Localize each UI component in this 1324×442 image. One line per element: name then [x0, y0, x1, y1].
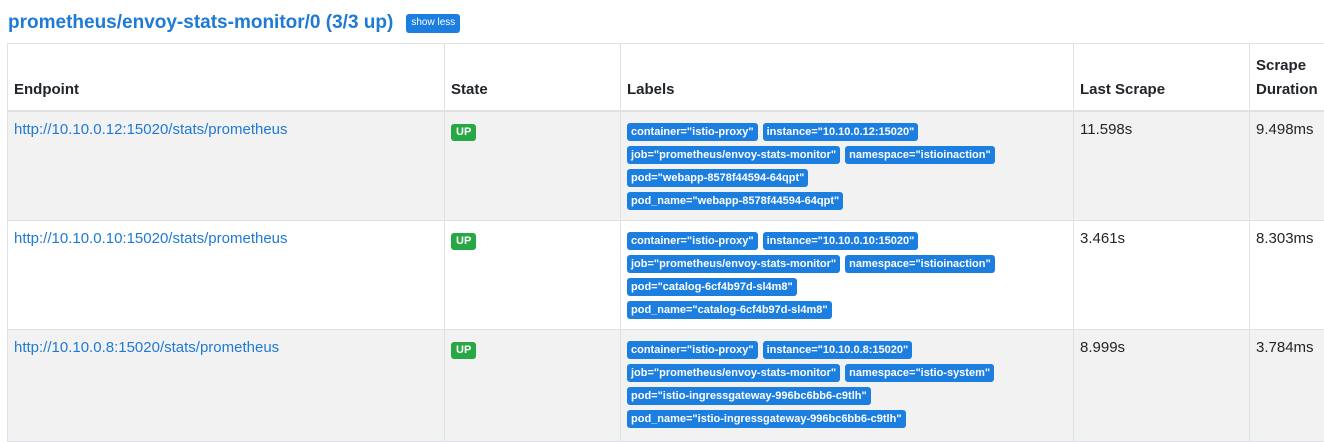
label-line: container="istio-proxy" instance="10.10.0…: [627, 232, 1067, 250]
label-line: job="prometheus/envoy-stats-monitor" name…: [627, 364, 1067, 382]
header-last-scrape: Last Scrape: [1074, 44, 1250, 112]
state-badge: UP: [451, 124, 476, 141]
table-body: http://10.10.0.12:15020/stats/prometheus…: [8, 111, 1324, 442]
endpoint-link[interactable]: http://10.10.0.10:15020/stats/prometheus: [14, 230, 288, 247]
pool-title[interactable]: prometheus/envoy-stats-monitor/0 (3/3 up…: [8, 12, 393, 34]
show-less-button[interactable]: show less: [406, 14, 460, 33]
state-cell: UP: [445, 111, 621, 221]
label-line: pod="webapp-8578f44594-64qpt": [627, 169, 1067, 187]
label-badge: instance="10.10.0.8:15020": [763, 341, 913, 359]
label-badge: namespace="istioinaction": [845, 255, 995, 273]
label-badge: instance="10.10.0.10:15020": [763, 232, 919, 250]
label-line: container="istio-proxy" instance="10.10.0…: [627, 123, 1067, 141]
pool-header: prometheus/envoy-stats-monitor/0 (3/3 up…: [8, 10, 460, 36]
header-scrape-duration-line1: Scrape: [1256, 57, 1306, 74]
scrape-duration-cell: 3.784ms: [1250, 330, 1324, 442]
table-header: Endpoint State Labels Last Scrape Scrape…: [8, 44, 1324, 112]
label-badge: pod_name="webapp-8578f44594-64qpt": [627, 192, 843, 210]
header-labels: Labels: [621, 44, 1074, 112]
label-line: pod="istio-ingressgateway-996bc6bb6-c9tl…: [627, 387, 1067, 405]
header-scrape-duration-line2: Duration: [1256, 81, 1318, 98]
label-badge: container="istio-proxy": [627, 232, 758, 250]
label-badge: job="prometheus/envoy-stats-monitor": [627, 146, 840, 164]
table-row: http://10.10.0.10:15020/stats/prometheus…: [8, 221, 1324, 330]
state-cell: UP: [445, 330, 621, 442]
endpoint-cell: http://10.10.0.12:15020/stats/prometheus: [8, 111, 445, 221]
scrape-duration-cell: 8.303ms: [1250, 221, 1324, 330]
label-badge: pod_name="catalog-6cf4b97d-sl4m8": [627, 301, 832, 319]
page: prometheus/envoy-stats-monitor/0 (3/3 up…: [0, 0, 1324, 423]
label-line: pod="catalog-6cf4b97d-sl4m8": [627, 278, 1067, 296]
label-badge: namespace="istioinaction": [845, 146, 995, 164]
label-badge: pod="catalog-6cf4b97d-sl4m8": [627, 278, 797, 296]
endpoint-link[interactable]: http://10.10.0.12:15020/stats/prometheus: [14, 121, 288, 138]
last-scrape-cell: 8.999s: [1074, 330, 1250, 442]
last-scrape-cell: 3.461s: [1074, 221, 1250, 330]
state-badge: UP: [451, 233, 476, 250]
endpoint-cell: http://10.10.0.8:15020/stats/prometheus: [8, 330, 445, 442]
label-badge: container="istio-proxy": [627, 123, 758, 141]
state-badge: UP: [451, 342, 476, 359]
last-scrape-cell: 11.598s: [1074, 111, 1250, 221]
label-line: job="prometheus/envoy-stats-monitor" name…: [627, 255, 1067, 273]
label-line: pod_name="webapp-8578f44594-64qpt": [627, 192, 1067, 210]
endpoint-cell: http://10.10.0.10:15020/stats/prometheus: [8, 221, 445, 330]
label-badge: job="prometheus/envoy-stats-monitor": [627, 255, 840, 273]
table-row: http://10.10.0.12:15020/stats/prometheus…: [8, 111, 1324, 221]
header-endpoint: Endpoint: [8, 44, 445, 112]
label-badge: pod_name="istio-ingressgateway-996bc6bb6…: [627, 410, 906, 428]
label-badge: container="istio-proxy": [627, 341, 758, 359]
label-line: container="istio-proxy" instance="10.10.0…: [627, 341, 1067, 359]
labels-cell: container="istio-proxy" instance="10.10.0…: [621, 111, 1074, 221]
endpoint-link[interactable]: http://10.10.0.8:15020/stats/prometheus: [14, 339, 279, 356]
targets-table: Endpoint State Labels Last Scrape Scrape…: [7, 43, 1324, 442]
header-scrape-duration: Scrape Duration: [1250, 44, 1324, 112]
label-badge: job="prometheus/envoy-stats-monitor": [627, 364, 840, 382]
label-badge: pod="webapp-8578f44594-64qpt": [627, 169, 808, 187]
table-row: http://10.10.0.8:15020/stats/prometheus U…: [8, 330, 1324, 442]
labels-cell: container="istio-proxy" instance="10.10.0…: [621, 221, 1074, 330]
header-state: State: [445, 44, 621, 112]
labels-cell: container="istio-proxy" instance="10.10.0…: [621, 330, 1074, 442]
state-cell: UP: [445, 221, 621, 330]
label-badge: namespace="istio-system": [845, 364, 994, 382]
label-line: pod_name="istio-ingressgateway-996bc6bb6…: [627, 410, 1067, 428]
label-line: job="prometheus/envoy-stats-monitor" name…: [627, 146, 1067, 164]
label-line: pod_name="catalog-6cf4b97d-sl4m8": [627, 301, 1067, 319]
label-badge: pod="istio-ingressgateway-996bc6bb6-c9tl…: [627, 387, 871, 405]
scrape-duration-cell: 9.498ms: [1250, 111, 1324, 221]
label-badge: instance="10.10.0.12:15020": [763, 123, 919, 141]
